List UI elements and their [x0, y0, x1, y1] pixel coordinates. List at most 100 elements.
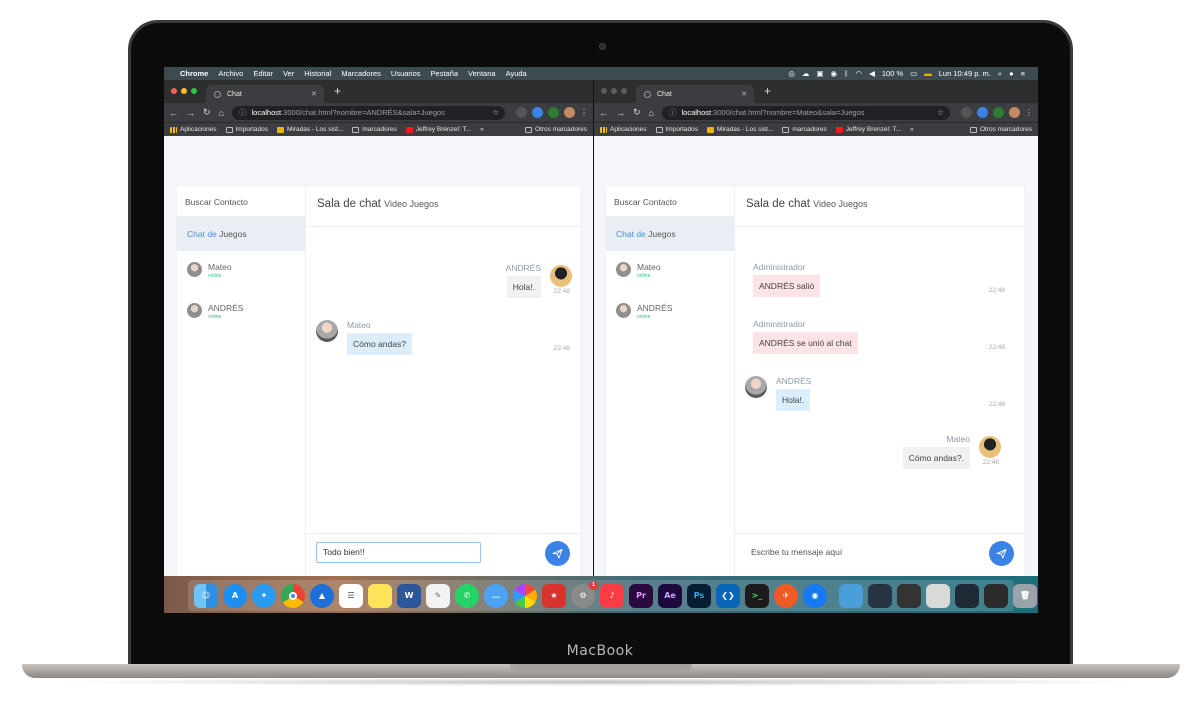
window-thumbnail-icon[interactable]: [926, 583, 950, 608]
reload-icon[interactable]: ↻: [203, 107, 211, 118]
bookmark-star-icon[interactable]: ☆: [492, 108, 499, 117]
textedit-icon[interactable]: ✎: [426, 583, 450, 608]
cc-icon[interactable]: ◎: [788, 69, 795, 78]
battery-icon[interactable]: ▭: [910, 69, 917, 78]
wifi-icon[interactable]: ◠: [856, 69, 863, 78]
send-button[interactable]: [545, 541, 570, 566]
menu-pestana[interactable]: Pestaña: [431, 69, 459, 78]
postman-icon[interactable]: ✈: [774, 583, 798, 608]
address-bar[interactable]: ⓘ localhost :3000/chat.html?nombre=ANDRÉ…: [231, 105, 505, 120]
close-tab-icon[interactable]: ✕: [741, 90, 747, 98]
info-icon[interactable]: ⓘ: [239, 107, 247, 118]
profile-avatar[interactable]: [1009, 107, 1020, 118]
screen-icon[interactable]: ▣: [816, 69, 823, 78]
premiere-icon[interactable]: Pr: [629, 583, 653, 608]
menu-dots-icon[interactable]: ⋮: [1025, 108, 1033, 117]
bookmark-otros[interactable]: Otros marcadores: [524, 126, 587, 133]
contact-item[interactable]: Mateo online: [177, 251, 305, 292]
bookmark-app-icon[interactable]: ★: [542, 583, 566, 608]
contact-item[interactable]: ANDRÉS online: [606, 292, 734, 333]
menu-ver[interactable]: Ver: [283, 69, 294, 78]
bookmark-otros[interactable]: Otros marcadores: [969, 126, 1032, 133]
launchpad-icon[interactable]: ▲: [310, 583, 334, 608]
extension-icon[interactable]: [532, 107, 543, 118]
bluetooth-icon[interactable]: ᛒ: [844, 69, 849, 78]
chrome-icon[interactable]: [281, 583, 305, 608]
menu-editar[interactable]: Editar: [253, 69, 273, 78]
siri-icon[interactable]: ●: [1009, 69, 1014, 78]
bookmark-miradas[interactable]: Miradas - Los sist...: [707, 126, 773, 133]
bookmarks-overflow[interactable]: »: [910, 126, 914, 133]
back-icon[interactable]: ←: [599, 108, 608, 118]
close-window-icon[interactable]: [171, 88, 177, 94]
bookmark-importados[interactable]: Importados: [655, 126, 698, 133]
bookmarks-overflow[interactable]: »: [480, 126, 484, 133]
bookmark-marcadores[interactable]: marcadores: [352, 126, 397, 133]
search-contact[interactable]: Buscar Contacto: [177, 186, 305, 217]
safari-icon[interactable]: ✦: [252, 583, 276, 608]
settings-icon[interactable]: ◉: [831, 69, 838, 78]
clock[interactable]: Lun 10:49 p. m.: [939, 69, 991, 78]
message-input[interactable]: Escribe tu mensaje aquí: [751, 547, 842, 557]
menu-dots-icon[interactable]: ⋮: [580, 108, 588, 117]
extension-icon[interactable]: [977, 107, 988, 118]
menu-archivo[interactable]: Archivo: [218, 69, 243, 78]
bookmark-aplicaciones[interactable]: Aplicaciones: [600, 126, 647, 133]
browser-tab[interactable]: Chat ✕: [636, 85, 754, 103]
bookmark-importados[interactable]: Importados: [225, 126, 268, 133]
new-tab-icon[interactable]: +: [334, 84, 341, 98]
room-item[interactable]: Chat de Juegos: [177, 217, 305, 251]
message-input[interactable]: Todo bien!!: [316, 542, 481, 563]
bookmark-star-icon[interactable]: ☆: [937, 108, 944, 117]
profile-avatar[interactable]: [564, 107, 575, 118]
messages-icon[interactable]: …: [484, 583, 508, 608]
volume-icon[interactable]: ◀: [869, 69, 875, 78]
close-window-icon[interactable]: [601, 88, 607, 94]
menu-usuarios[interactable]: Usuarios: [391, 69, 421, 78]
menu-ayuda[interactable]: Ayuda: [506, 69, 527, 78]
whatsapp-icon[interactable]: ✆: [455, 583, 479, 608]
folder-icon[interactable]: [839, 583, 863, 608]
address-bar[interactable]: ⓘ localhost :3000/chat.html?nombre=Mateo…: [661, 105, 950, 120]
stickies-icon[interactable]: [368, 583, 392, 608]
extension-icon[interactable]: [993, 107, 1004, 118]
forward-icon[interactable]: →: [616, 108, 625, 118]
music-icon[interactable]: ♪: [600, 583, 624, 608]
app-store-icon[interactable]: A: [223, 583, 247, 608]
bookmark-jeffrey[interactable]: Jeffrey Brenzel: T...: [405, 126, 471, 133]
zoom-window-icon[interactable]: [621, 88, 627, 94]
room-item[interactable]: Chat de Juegos: [606, 217, 734, 251]
minimize-window-icon[interactable]: [611, 88, 617, 94]
contact-item[interactable]: Mateo online: [606, 251, 734, 292]
notes-icon[interactable]: ☰: [339, 583, 363, 608]
window-thumbnail-icon[interactable]: [955, 583, 979, 608]
bookmark-miradas[interactable]: Miradas - Los sist...: [277, 126, 343, 133]
photoshop-icon[interactable]: Ps: [687, 583, 711, 608]
terminal-icon[interactable]: >_: [745, 583, 769, 608]
window-thumbnail-icon[interactable]: [868, 583, 892, 608]
home-icon[interactable]: ⌂: [649, 108, 654, 118]
browser-tab[interactable]: Chat ✕: [206, 85, 324, 103]
send-button[interactable]: [989, 541, 1014, 566]
bookmark-aplicaciones[interactable]: Aplicaciones: [170, 126, 217, 133]
bookmark-jeffrey[interactable]: Jeffrey Brenzel: T...: [835, 126, 901, 133]
system-preferences-icon[interactable]: ⚙ 1: [571, 580, 598, 608]
extension-icon[interactable]: [961, 107, 972, 118]
close-tab-icon[interactable]: ✕: [311, 90, 317, 98]
menu-historial[interactable]: Historial: [304, 69, 331, 78]
battery-label[interactable]: 100 %: [882, 69, 903, 78]
flag-icon[interactable]: ▬: [924, 69, 932, 78]
cloud-icon[interactable]: ☁: [802, 69, 810, 78]
reload-icon[interactable]: ↻: [633, 107, 641, 118]
window-thumbnail-icon[interactable]: [897, 583, 921, 608]
bookmark-marcadores[interactable]: marcadores: [782, 126, 827, 133]
spotlight-icon[interactable]: ⌕: [998, 69, 1002, 79]
minimize-window-icon[interactable]: [181, 88, 187, 94]
notification-center-icon[interactable]: ≡: [1021, 69, 1025, 78]
maps-pin-icon[interactable]: ◉: [803, 583, 827, 608]
trash-icon[interactable]: 🗑: [1013, 583, 1037, 608]
contact-item[interactable]: ANDRÉS online: [177, 292, 305, 333]
finder-icon[interactable]: ☺: [194, 583, 218, 608]
photos-icon[interactable]: [513, 583, 537, 608]
extension-icon[interactable]: [516, 107, 527, 118]
